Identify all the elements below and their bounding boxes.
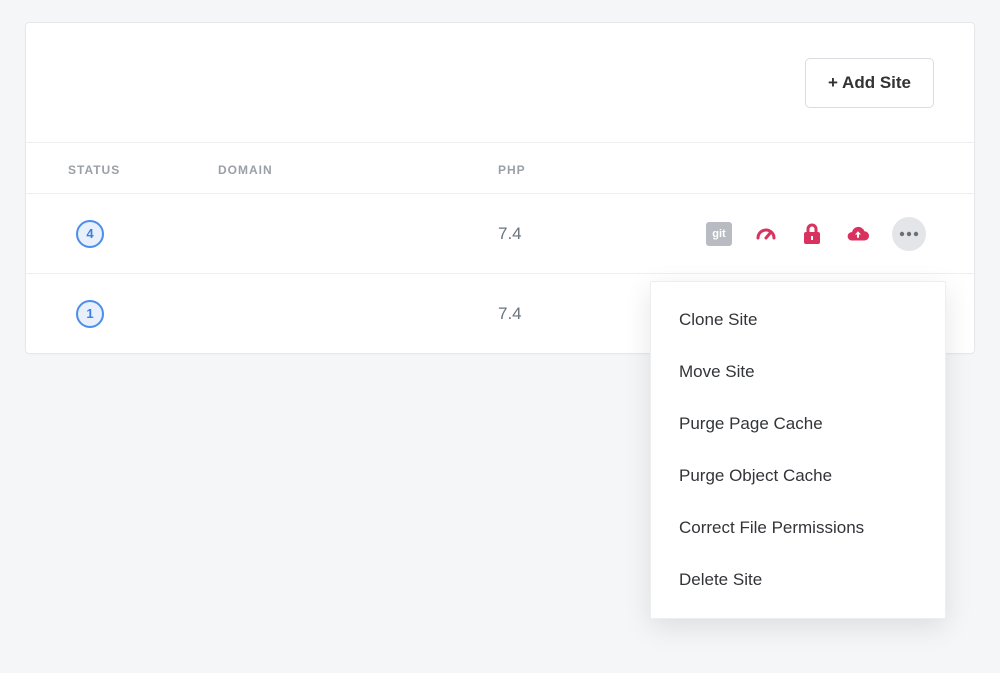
column-header-domain: DOMAIN — [218, 163, 498, 177]
column-header-status: STATUS — [68, 163, 218, 177]
table-header-row: STATUS DOMAIN PHP — [26, 143, 974, 193]
more-actions-button[interactable] — [892, 217, 926, 251]
menu-item-move-site[interactable]: Move Site — [651, 346, 945, 398]
row-actions-menu: Clone Site Move Site Purge Page Cache Pu… — [650, 281, 946, 619]
git-icon[interactable]: git — [706, 222, 732, 246]
column-header-php: PHP — [498, 163, 678, 177]
row-actions: git — [678, 217, 932, 251]
status-badge[interactable]: 1 — [76, 300, 104, 328]
lock-icon[interactable] — [800, 222, 824, 246]
menu-item-delete-site[interactable]: Delete Site — [651, 554, 945, 606]
card-header: + Add Site — [26, 23, 974, 143]
menu-item-correct-file-permissions[interactable]: Correct File Permissions — [651, 502, 945, 554]
menu-item-clone-site[interactable]: Clone Site — [651, 294, 945, 346]
add-site-button[interactable]: + Add Site — [805, 58, 934, 108]
status-badge[interactable]: 4 — [76, 220, 104, 248]
cloud-upload-icon[interactable] — [846, 222, 870, 246]
php-cell: 7.4 — [498, 224, 678, 244]
speedometer-icon[interactable] — [754, 222, 778, 246]
menu-item-purge-object-cache[interactable]: Purge Object Cache — [651, 450, 945, 502]
status-cell: 1 — [68, 300, 218, 328]
menu-item-purge-page-cache[interactable]: Purge Page Cache — [651, 398, 945, 450]
status-cell: 4 — [68, 220, 218, 248]
table-row: 4 7.4 git — [26, 193, 974, 273]
